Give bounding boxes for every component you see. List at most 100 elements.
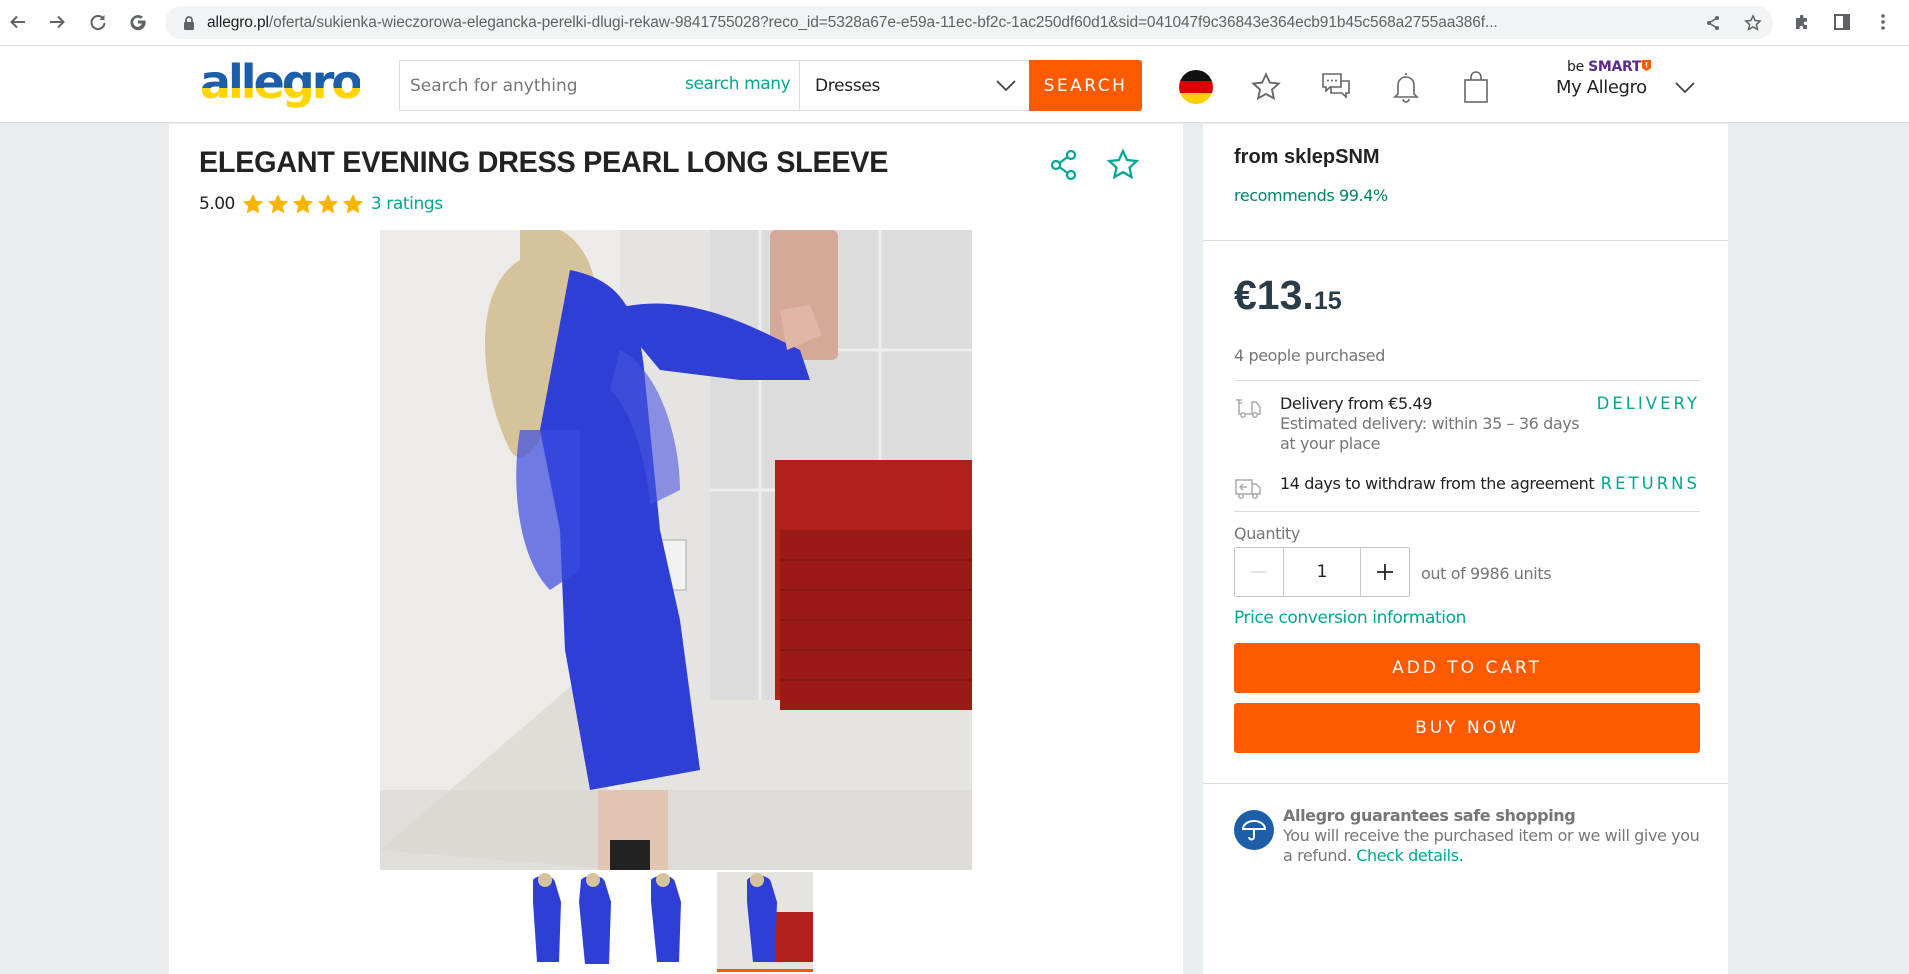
chevron-down-icon	[1675, 82, 1695, 94]
url-text[interactable]: allegro.pl/oferta/sukienka-wieczorowa-el…	[207, 14, 1682, 32]
check-details-link[interactable]: Check details.	[1356, 846, 1464, 865]
browser-menu-button[interactable]	[1870, 9, 1896, 35]
lock-icon	[179, 15, 199, 30]
be-smart-prefix: be	[1567, 59, 1584, 75]
star-outline-icon	[1251, 72, 1281, 101]
kebab-menu-icon	[1881, 14, 1885, 30]
notifications-button[interactable]	[1387, 68, 1425, 106]
delivery-place: at your place	[1280, 434, 1381, 453]
bell-icon	[1393, 73, 1419, 103]
messages-button[interactable]	[1317, 68, 1355, 106]
search-many-link[interactable]: search many	[685, 74, 791, 94]
thumbnail-active[interactable]	[717, 872, 813, 972]
price: €13.15	[1234, 272, 1342, 319]
quantity-input[interactable]	[1283, 548, 1361, 596]
return-truck-icon	[1235, 479, 1261, 499]
delivery-link[interactable]: DELIVERY	[1597, 394, 1700, 413]
reload-icon	[90, 15, 106, 30]
minus-icon	[1251, 571, 1267, 573]
my-allegro-label: My Allegro	[1556, 77, 1647, 98]
decrease-quantity-button[interactable]	[1235, 548, 1283, 596]
product-title: ELEGANT EVENING DRESS PEARL LONG SLEEVE	[199, 146, 889, 179]
forward-button[interactable]	[43, 8, 71, 36]
star-filled-icon	[267, 194, 289, 214]
share-page-button[interactable]	[1700, 10, 1726, 36]
arrow-left-icon	[10, 15, 25, 29]
browser-toolbar: allegro.pl/oferta/sukienka-wieczorowa-el…	[0, 0, 1909, 46]
google-icon	[130, 15, 146, 31]
price-conversion-link[interactable]: Price conversion information	[1234, 608, 1466, 628]
add-to-cart-button[interactable]: ADD TO CART	[1234, 643, 1700, 693]
arrow-right-icon	[50, 15, 65, 29]
delivery-price: Delivery from €5.49	[1280, 394, 1433, 413]
returns-link[interactable]: RETURNS	[1601, 474, 1700, 493]
buy-now-button[interactable]: BUY NOW	[1234, 703, 1700, 753]
delivery-estimate: Estimated delivery: within 35 – 36 days	[1280, 414, 1580, 433]
rating-value: 5.00	[199, 194, 235, 214]
category-value: Dresses	[815, 75, 881, 96]
be-smart-badge: be SMART	[1567, 59, 1652, 75]
quantity-stepper	[1234, 547, 1410, 597]
thumbnail[interactable]	[621, 872, 717, 972]
guarantee-text: You will receive the purchased item or w…	[1283, 826, 1713, 866]
allegro-logo[interactable]: allegro allegro	[200, 58, 360, 114]
delivery-text: Delivery from €5.49 Estimated delivery: …	[1280, 394, 1580, 454]
share-icon	[1707, 16, 1719, 30]
star-outline-icon	[1744, 14, 1762, 31]
rating-stars	[241, 192, 365, 216]
bookmark-button[interactable]	[1740, 10, 1766, 36]
guarantee-title: Allegro guarantees safe shopping	[1283, 806, 1576, 825]
delivery-truck-icon	[1236, 399, 1261, 418]
cart-button[interactable]	[1457, 68, 1495, 106]
quantity-available: out of 9986 units	[1421, 564, 1552, 583]
price-whole: €13.	[1234, 272, 1314, 318]
returns-info: 14 days to withdraw from the agreement R…	[1234, 474, 1700, 504]
url-host: allegro.pl	[207, 13, 269, 31]
star-filled-icon	[242, 194, 264, 214]
purchase-panel: from sklepSNM recommends 99.4% €13.15 4 …	[1203, 124, 1728, 974]
rating-summary: 5.00 3 ratings	[199, 192, 443, 216]
product-gallery-panel: ELEGANT EVENING DRESS PEARL LONG SLEEVE …	[169, 124, 1183, 974]
add-to-watched-button[interactable]	[1105, 147, 1141, 183]
google-account-button[interactable]	[124, 8, 152, 36]
smart-badge-icon	[1642, 60, 1652, 71]
extensions-button[interactable]	[1789, 9, 1815, 35]
site-header: allegro allegro search many Dresses SEAR…	[0, 46, 1909, 123]
quantity-label: Quantity	[1234, 524, 1300, 543]
shopping-bag-icon	[1464, 71, 1488, 103]
reload-button[interactable]	[84, 8, 112, 36]
side-panel-button[interactable]	[1829, 9, 1855, 35]
plus-icon	[1377, 564, 1393, 580]
guarantee-description: You will receive the purchased item or w…	[1283, 826, 1700, 865]
price-cents: 15	[1313, 287, 1342, 315]
star-filled-icon	[342, 194, 364, 214]
increase-quantity-button[interactable]	[1361, 548, 1409, 596]
country-flag-button[interactable]	[1177, 68, 1215, 106]
share-button[interactable]	[1046, 147, 1082, 183]
chevron-down-icon	[996, 80, 1016, 92]
seller-name[interactable]: from sklepSNM	[1234, 146, 1380, 169]
address-bar[interactable]: allegro.pl/oferta/sukienka-wieczorowa-el…	[165, 6, 1773, 39]
ratings-count-link[interactable]: 3 ratings	[371, 194, 443, 214]
puzzle-icon	[1796, 14, 1807, 29]
purchase-count: 4 people purchased	[1234, 346, 1385, 365]
main-product-photo[interactable]	[380, 230, 972, 870]
url-path: /oferta/sukienka-wieczorowa-elegancka-pe…	[268, 13, 1498, 31]
thumbnail-strip	[525, 872, 813, 972]
seller-info: from sklepSNM recommends 99.4%	[1203, 124, 1728, 241]
category-select[interactable]: Dresses	[799, 61, 1029, 110]
watched-button[interactable]	[1247, 68, 1285, 106]
star-outline-icon	[1106, 148, 1140, 180]
side-panel-icon	[1834, 14, 1850, 30]
search-button[interactable]: SEARCH	[1029, 60, 1142, 111]
star-filled-icon	[317, 194, 339, 214]
germany-flag-icon	[1179, 70, 1213, 104]
chat-bubbles-icon	[1322, 73, 1350, 99]
safe-shopping-guarantee: Allegro guarantees safe shopping You wil…	[1203, 783, 1728, 974]
back-button[interactable]	[4, 8, 32, 36]
divider	[1234, 380, 1700, 381]
my-allegro-menu[interactable]: be SMART My Allegro	[1556, 53, 1696, 113]
thumbnail[interactable]	[525, 872, 621, 972]
seller-recommendation[interactable]: recommends 99.4%	[1234, 186, 1388, 205]
delivery-info: Delivery from €5.49 Estimated delivery: …	[1234, 394, 1700, 454]
